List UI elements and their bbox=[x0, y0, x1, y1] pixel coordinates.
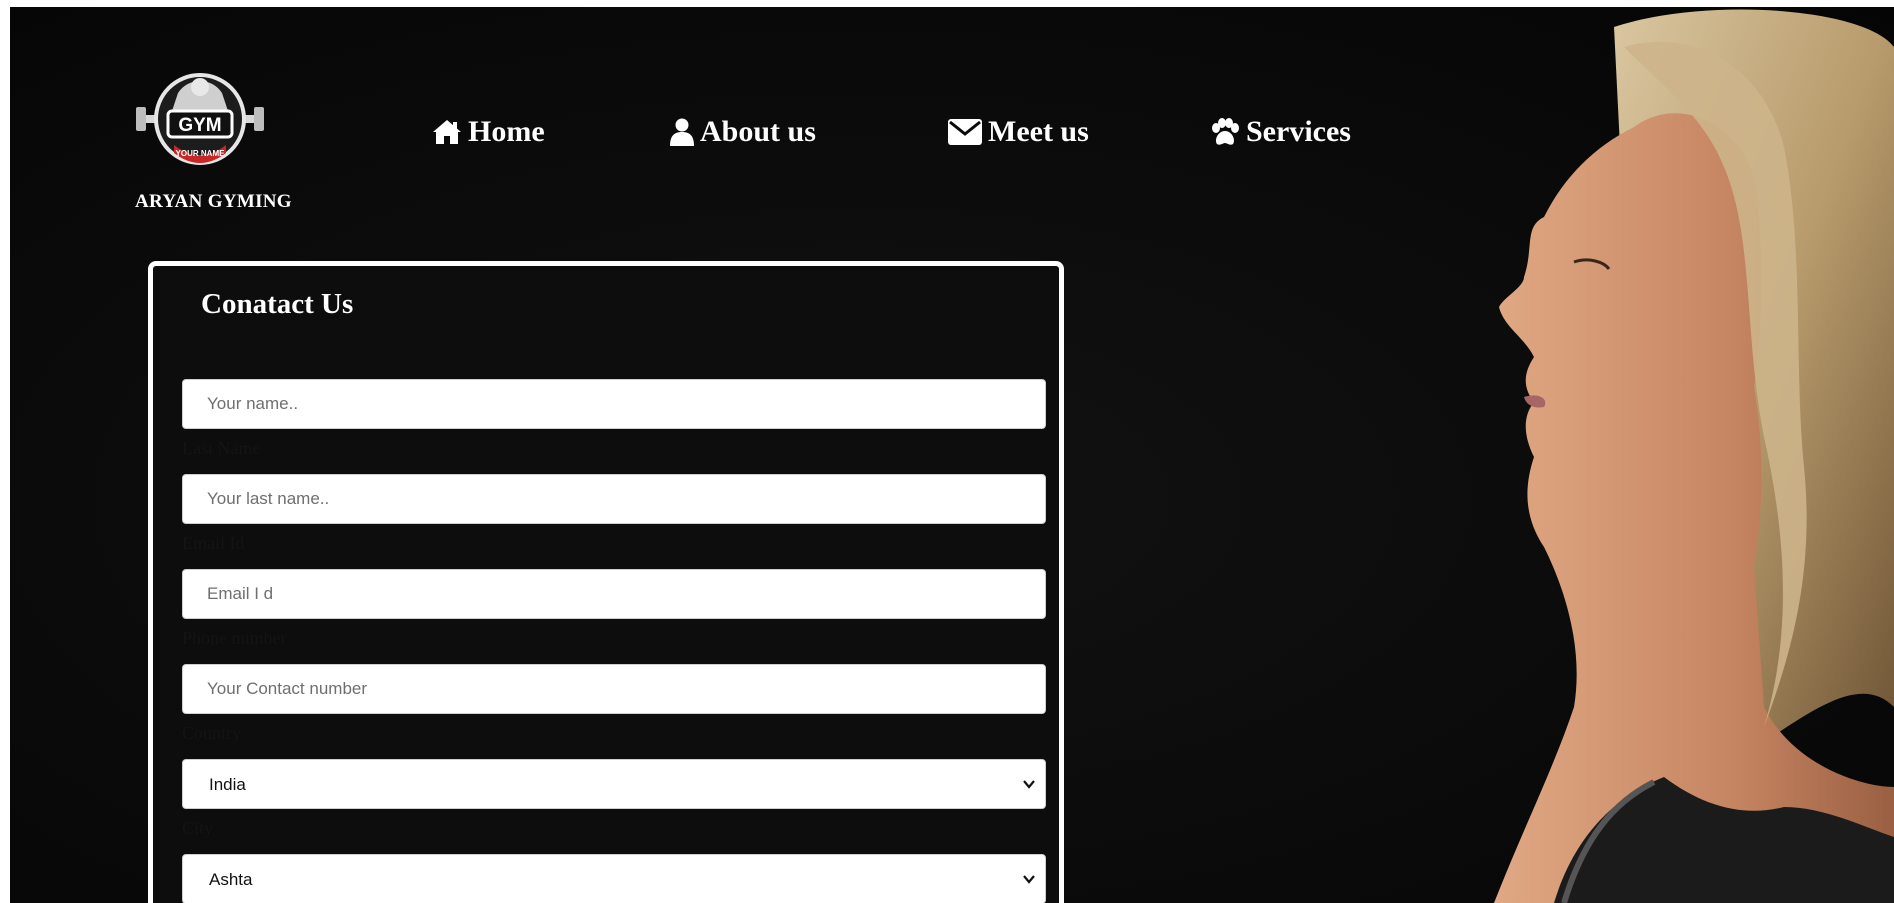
last-name-label: Last Name bbox=[182, 438, 261, 458]
brand-name: ARYAN GYMING bbox=[135, 191, 292, 212]
city-select[interactable]: Ashta bbox=[182, 854, 1046, 903]
nav-item-home[interactable]: Home bbox=[432, 115, 545, 149]
page-background: GYM YOUR NAME ARYAN GYMING Home About us bbox=[10, 7, 1894, 903]
nav-item-label: Services bbox=[1246, 115, 1351, 148]
last-name-input[interactable] bbox=[182, 474, 1046, 524]
country-label: Country bbox=[182, 723, 242, 743]
nav-item-label: About us bbox=[700, 115, 816, 148]
gym-logo: GYM YOUR NAME bbox=[136, 73, 264, 165]
contact-form-title: Conatact Us bbox=[201, 288, 354, 320]
nav-item-about-us[interactable]: About us bbox=[670, 115, 816, 149]
email-label: Email Id bbox=[182, 533, 245, 553]
phone-input[interactable] bbox=[182, 664, 1046, 714]
nav-item-meet-us[interactable]: Meet us bbox=[948, 115, 1089, 149]
nav-item-label: Home bbox=[468, 115, 545, 148]
hero-portrait-image bbox=[1494, 9, 1894, 903]
phone-label: Phone number bbox=[182, 628, 287, 648]
paw-icon bbox=[1212, 118, 1239, 145]
user-icon bbox=[670, 118, 694, 146]
logo-badge-text: GYM bbox=[178, 115, 221, 136]
nav-item-services[interactable]: Services bbox=[1210, 115, 1351, 149]
email-input[interactable] bbox=[182, 569, 1046, 619]
country-select[interactable]: India bbox=[182, 759, 1046, 809]
envelope-icon bbox=[948, 119, 982, 145]
home-icon bbox=[433, 120, 461, 144]
nav-item-label: Meet us bbox=[988, 115, 1089, 148]
logo-ribbon-text: YOUR NAME bbox=[176, 149, 226, 158]
city-label: City bbox=[182, 818, 214, 838]
first-name-input[interactable] bbox=[182, 379, 1046, 429]
contact-form: Conatact Us Last Name Email Id Phone num… bbox=[148, 261, 1064, 903]
